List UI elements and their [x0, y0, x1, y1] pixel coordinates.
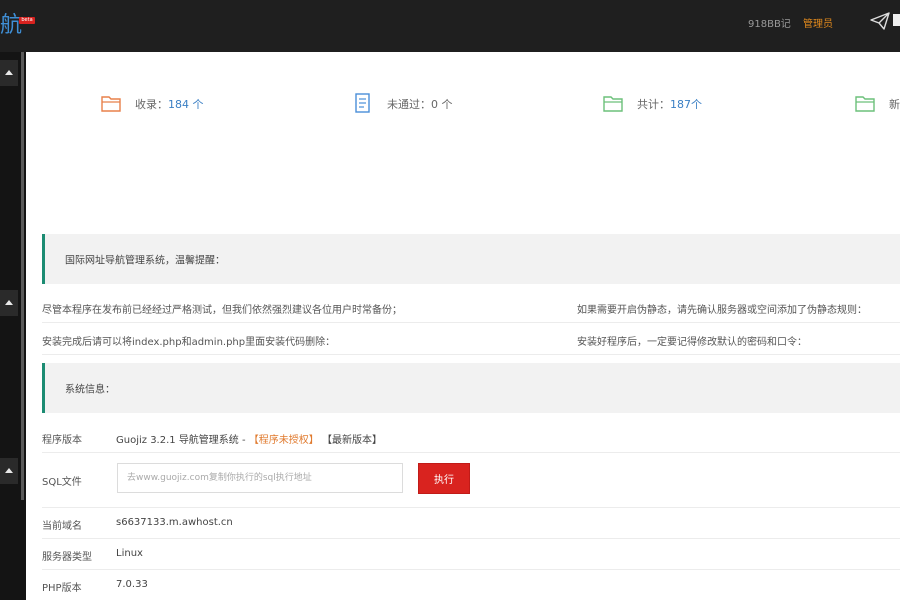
sidebar [0, 52, 26, 600]
folder-icon [101, 96, 121, 112]
sidebar-scrollbar[interactable] [21, 52, 24, 500]
stat-new: 新 [854, 92, 900, 114]
info-label: 当前域名 [42, 521, 82, 532]
tip-row: 尽管本程序在发布前已经经过严格测试，但我们依然强烈建议各位用户时常备份； 如果需… [42, 290, 900, 323]
tip-text: 安装完成后请可以将index.php和admin.php里面安装代码删除： [42, 337, 336, 348]
execute-button[interactable]: 执行 [418, 463, 470, 494]
info-label: 服务器类型 [42, 552, 92, 563]
info-value: 7.0.33 [116, 579, 148, 590]
caret-up-icon [5, 468, 13, 473]
user-role-link[interactable]: 管理员 [803, 15, 833, 30]
user-name[interactable]: 918BB记 [748, 15, 791, 30]
info-label: 程序版本 [42, 435, 82, 446]
tip-text: 如果需要开启伪静态，请先确认服务器或空间添加了伪静态规则： [577, 305, 867, 316]
folder-icon [603, 96, 623, 112]
info-row-php: PHP版本 7.0.33 [42, 570, 900, 600]
system-info-title: 系统信息： [65, 384, 115, 396]
document-icon [355, 93, 370, 113]
top-menu-item-partial[interactable] [893, 14, 900, 26]
sidebar-collapse-toggle[interactable] [0, 458, 18, 484]
info-value: Linux [116, 548, 143, 559]
unlicensed-link[interactable]: 【程序未授权】 [249, 435, 319, 446]
system-info-header: 系统信息： [42, 363, 900, 413]
info-label: PHP版本 [42, 583, 82, 594]
latest-version-link[interactable]: 【最新版本】 [322, 435, 382, 446]
notice-title: 国际网址导航管理系统，温馨提醒： [65, 255, 225, 267]
caret-up-icon [5, 300, 13, 305]
info-row-domain: 当前域名 s6637133.m.awhost.cn [42, 508, 900, 539]
paper-plane-icon[interactable] [869, 11, 891, 31]
caret-up-icon [5, 70, 13, 75]
top-navbar: 航 beta 918BB记 管理员 [0, 0, 900, 52]
notice-panel-header: 国际网址导航管理系统，温馨提醒： [42, 234, 900, 284]
stat-label: 收录：184 个 [135, 98, 204, 111]
tip-row: 安装完成后请可以将index.php和admin.php里面安装代码删除： 安装… [42, 323, 900, 355]
info-row-server: 服务器类型 Linux [42, 539, 900, 570]
logo-badge: beta [19, 17, 35, 24]
stat-label: 共计：187个 [637, 98, 702, 111]
sql-url-input[interactable] [117, 463, 403, 493]
sidebar-collapse-toggle[interactable] [0, 290, 18, 316]
folder-icon [855, 96, 875, 112]
sidebar-collapse-toggle[interactable] [0, 60, 18, 86]
info-label: SQL文件 [42, 477, 82, 488]
tip-text: 安装好程序后，一定要记得修改默认的密码和口令： [577, 337, 807, 348]
info-value: Guojiz 3.2.1 导航管理系统 - 【程序未授权】 【最新版本】 [116, 435, 382, 446]
info-value: s6637133.m.awhost.cn [116, 517, 233, 528]
stat-label: 未通过：0 个 [387, 98, 453, 111]
info-row-version: 程序版本 Guojiz 3.2.1 导航管理系统 - 【程序未授权】 【最新版本… [42, 420, 900, 453]
stat-label: 新 [889, 98, 900, 111]
tip-text: 尽管本程序在发布前已经经过严格测试，但我们依然强烈建议各位用户时常备份； [42, 305, 402, 316]
